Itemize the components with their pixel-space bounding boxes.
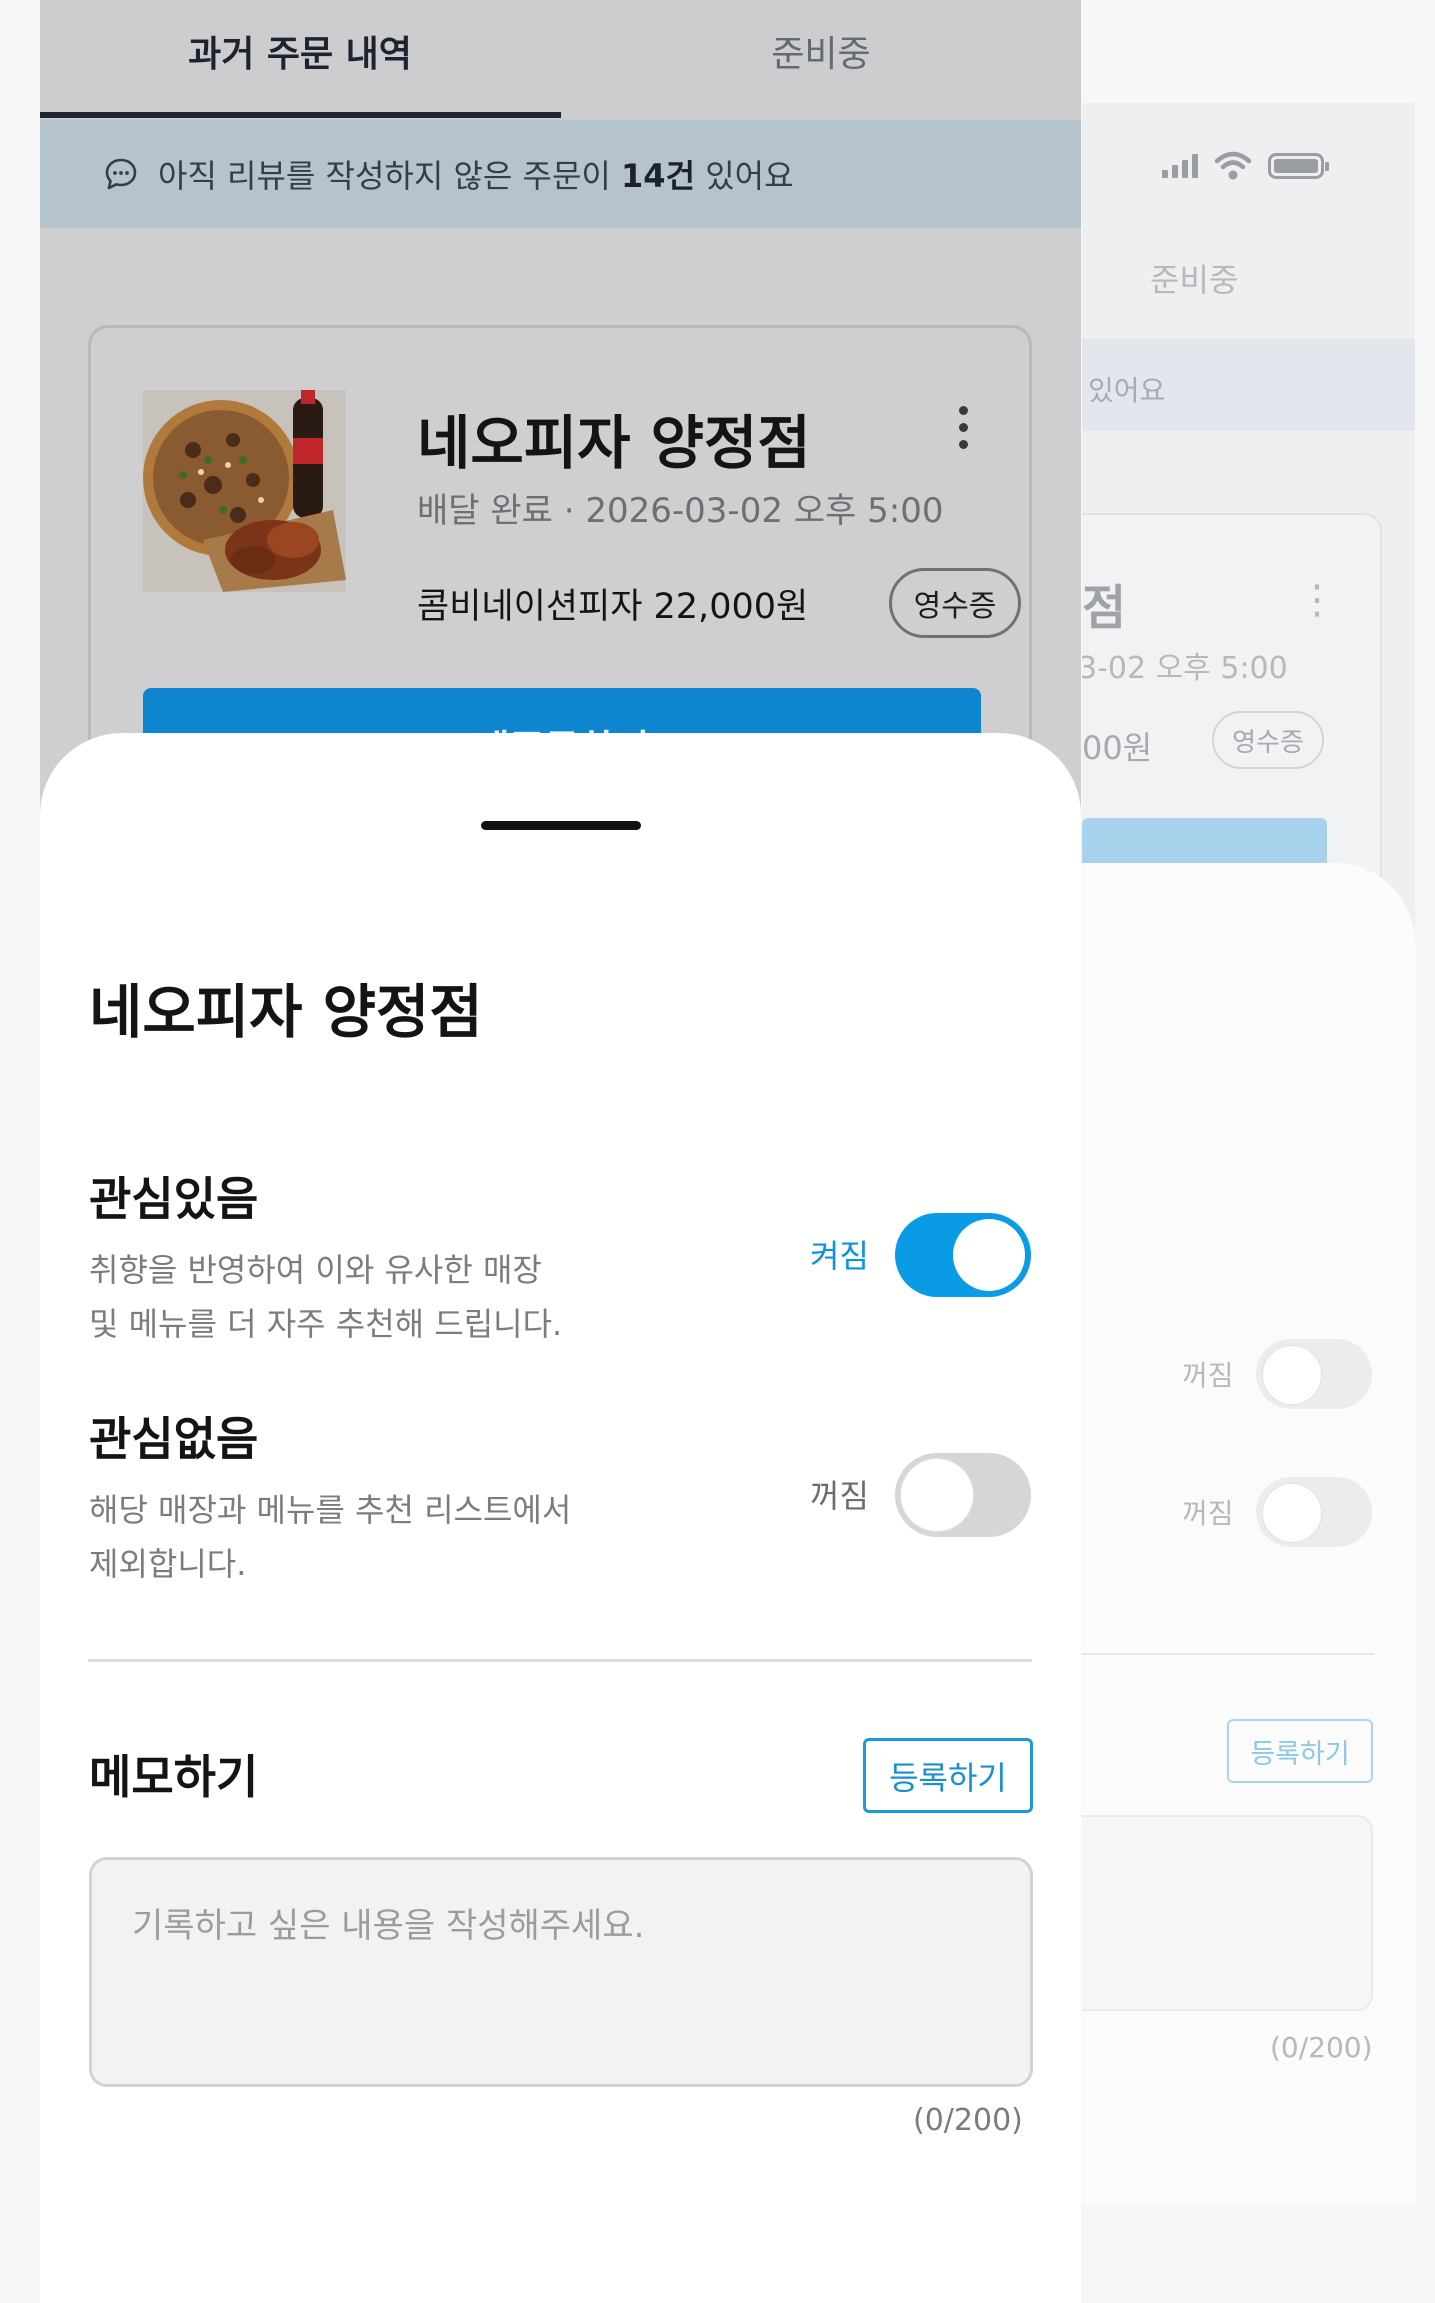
- battery-icon: [1268, 153, 1329, 179]
- bg-toggle-label: 꺼짐: [1182, 1359, 1234, 1392]
- interested-desc-line: 취향을 반영하여 이와 유사한 매장: [89, 1251, 542, 1289]
- more-vertical-icon[interactable]: [959, 406, 968, 449]
- store-thumbnail: [143, 390, 346, 592]
- interested-desc-line: 및 메뉴를 더 자주 추천해 드립니다.: [89, 1305, 563, 1343]
- chat-bubble-icon: [105, 158, 137, 190]
- memo-input[interactable]: [132, 1898, 990, 2046]
- bg-toggle-row-1: 꺼짐: [1182, 1339, 1372, 1409]
- sheet-drag-handle[interactable]: [481, 821, 641, 830]
- tab-bar: 과거 주문 내역 준비중: [40, 0, 1081, 120]
- bg-banner-text: 있어요: [1088, 374, 1166, 407]
- background-screen: 준비중 있어요 점 ⋮ 3-02 오후 5:00 00원 영수증 꺼짐 꺼짐 등…: [1082, 103, 1415, 2203]
- not-interested-desc-line: 제외합니다.: [89, 1545, 247, 1583]
- bg-toggle-row-2: 꺼짐: [1182, 1477, 1372, 1547]
- sheet-title: 네오피자 양정점: [89, 978, 483, 1046]
- bg-store-name: 점: [1082, 580, 1127, 636]
- bg-toggle-switch: [1255, 1339, 1372, 1409]
- memo-input-box: [89, 1857, 1033, 2087]
- banner-suffix: 있어요: [705, 157, 794, 195]
- store-options-sheet: 네오피자 양정점 관심있음 취향을 반영하여 이와 유사한 매장 및 메뉴를 더…: [40, 733, 1081, 2303]
- store-name[interactable]: 네오피자 양정점: [417, 396, 811, 480]
- bg-order-date: 3-02 오후 5:00: [1082, 651, 1288, 686]
- interested-description: 취향을 반영하여 이와 유사한 매장 및 메뉴를 더 자주 추천해 드립니다.: [89, 1243, 649, 1351]
- bg-reorder-button: [1082, 818, 1327, 868]
- order-item-summary: 콤비네이션피자 22,000원: [417, 587, 809, 627]
- memo-title: 메모하기: [89, 1750, 259, 1804]
- not-interested-toggle[interactable]: [895, 1453, 1031, 1537]
- order-history-screen: 과거 주문 내역 준비중 아직 리뷰를 작성하지 않은 주문이 14건 있어요: [40, 0, 1081, 2303]
- order-meta: 배달 완료 · 2026-03-02 오후 5:00: [417, 491, 944, 531]
- bg-register-button: 등록하기: [1227, 1719, 1373, 1783]
- order-status: 배달 완료: [417, 491, 553, 531]
- bg-more-icon: ⋮: [1297, 577, 1337, 623]
- order-datetime: 2026-03-02 오후 5:00: [585, 491, 944, 531]
- active-tab-indicator: [40, 112, 561, 118]
- bg-memo-box: [1082, 1815, 1373, 2011]
- interested-title: 관심있음: [89, 1172, 259, 1226]
- wifi-icon: [1214, 151, 1252, 180]
- not-interested-description: 해당 매장과 메뉴를 추천 리스트에서 제외합니다.: [89, 1483, 649, 1591]
- banner-prefix: 아직 리뷰를 작성하지 않은 주문이: [158, 157, 611, 195]
- bg-toggle-switch: [1255, 1477, 1372, 1547]
- register-memo-button[interactable]: 등록하기: [863, 1738, 1033, 1813]
- memo-char-count: (0/200): [913, 2103, 1023, 2138]
- section-divider: [88, 1659, 1032, 1662]
- interested-state-label: 켜짐: [810, 1237, 869, 1275]
- bg-divider: [1082, 1653, 1374, 1655]
- toggle-knob: [953, 1219, 1025, 1291]
- receipt-button[interactable]: 영수증: [889, 568, 1021, 638]
- toggle-knob: [901, 1459, 973, 1531]
- not-interested-title: 관심없음: [89, 1412, 259, 1466]
- bg-receipt-button: 영수증: [1212, 711, 1324, 769]
- bg-char-count: (0/200): [1270, 2031, 1373, 2064]
- signal-icon: [1162, 154, 1198, 178]
- interested-toggle[interactable]: [895, 1213, 1031, 1297]
- status-bar: [1162, 151, 1329, 181]
- not-interested-state-label: 꺼짐: [810, 1477, 869, 1515]
- tab-past-orders[interactable]: 과거 주문 내역: [40, 0, 560, 120]
- bg-toggle-label: 꺼짐: [1182, 1497, 1234, 1530]
- banner-count: 14건: [621, 157, 696, 195]
- bg-order-price: 00원: [1082, 729, 1153, 767]
- review-reminder-banner[interactable]: 아직 리뷰를 작성하지 않은 주문이 14건 있어요: [40, 120, 1081, 228]
- bg-review-banner: 있어요: [1082, 339, 1415, 431]
- bg-tab-preparing: 준비중: [1150, 261, 1239, 299]
- not-interested-desc-line: 해당 매장과 메뉴를 추천 리스트에서: [89, 1491, 572, 1529]
- tab-preparing[interactable]: 준비중: [561, 0, 1081, 120]
